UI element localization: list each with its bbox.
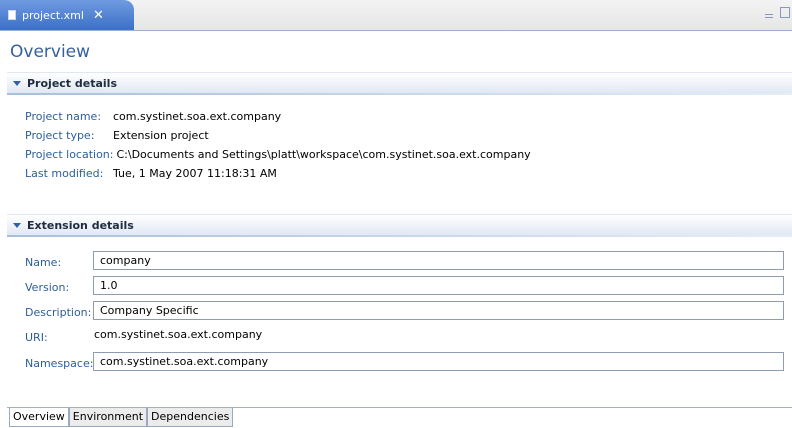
close-icon[interactable]: ✕ [93,8,104,23]
name-field[interactable] [93,251,784,270]
expand-triangle-icon[interactable] [13,81,21,86]
uri-label: URI: [25,331,48,344]
last-modified-value: Tue, 1 May 2007 11:18:31 AM [113,167,277,180]
tab-overview[interactable]: Overview [9,408,69,427]
version-field[interactable] [93,276,784,295]
minimize-icon[interactable] [764,14,773,18]
project-name-row: Project name: com.systinet.soa.ext.compa… [25,110,281,125]
description-label: Description: [25,306,92,319]
page-title: Overview [10,42,91,62]
version-label: Version: [25,281,70,294]
maximize-icon[interactable] [780,7,790,18]
namespace-field[interactable] [93,352,784,371]
expand-triangle-icon[interactable] [13,223,21,228]
editor-tab-strip: project.xml ✕ [0,0,792,31]
project-details-title: Project details [27,77,117,90]
extension-details-header[interactable]: Extension details [7,214,792,237]
project-type-value: Extension project [113,129,209,142]
project-type-label: Project type: [25,129,95,142]
editor-tab-title: project.xml [22,8,84,22]
namespace-label: Namespace: [25,357,94,370]
project-location-label: Project location: [25,148,114,161]
window-controls [761,7,790,21]
extension-details-title: Extension details [27,219,134,232]
editor-tab-project-xml[interactable]: project.xml ✕ [0,0,134,30]
bottom-tab-bar: Overview Environment Dependencies [9,408,234,427]
uri-value: com.systinet.soa.ext.company [94,328,263,341]
project-name-value: com.systinet.soa.ext.company [113,110,282,123]
project-name-label: Project name: [25,110,102,123]
name-label: Name: [25,256,62,269]
project-location-row: Project location: C:\Documents and Setti… [25,148,531,163]
last-modified-label: Last modified: [25,167,104,180]
project-type-row: Project type: Extension project [25,129,209,144]
tab-dependencies[interactable]: Dependencies [147,408,234,427]
xml-file-icon [8,10,16,20]
last-modified-row: Last modified: Tue, 1 May 2007 11:18:31 … [25,167,277,182]
description-field[interactable] [93,301,784,320]
project-details-header[interactable]: Project details [7,72,792,95]
tab-environment[interactable]: Environment [68,408,148,427]
project-location-value: C:\Documents and Settings\platt\workspac… [116,148,531,161]
